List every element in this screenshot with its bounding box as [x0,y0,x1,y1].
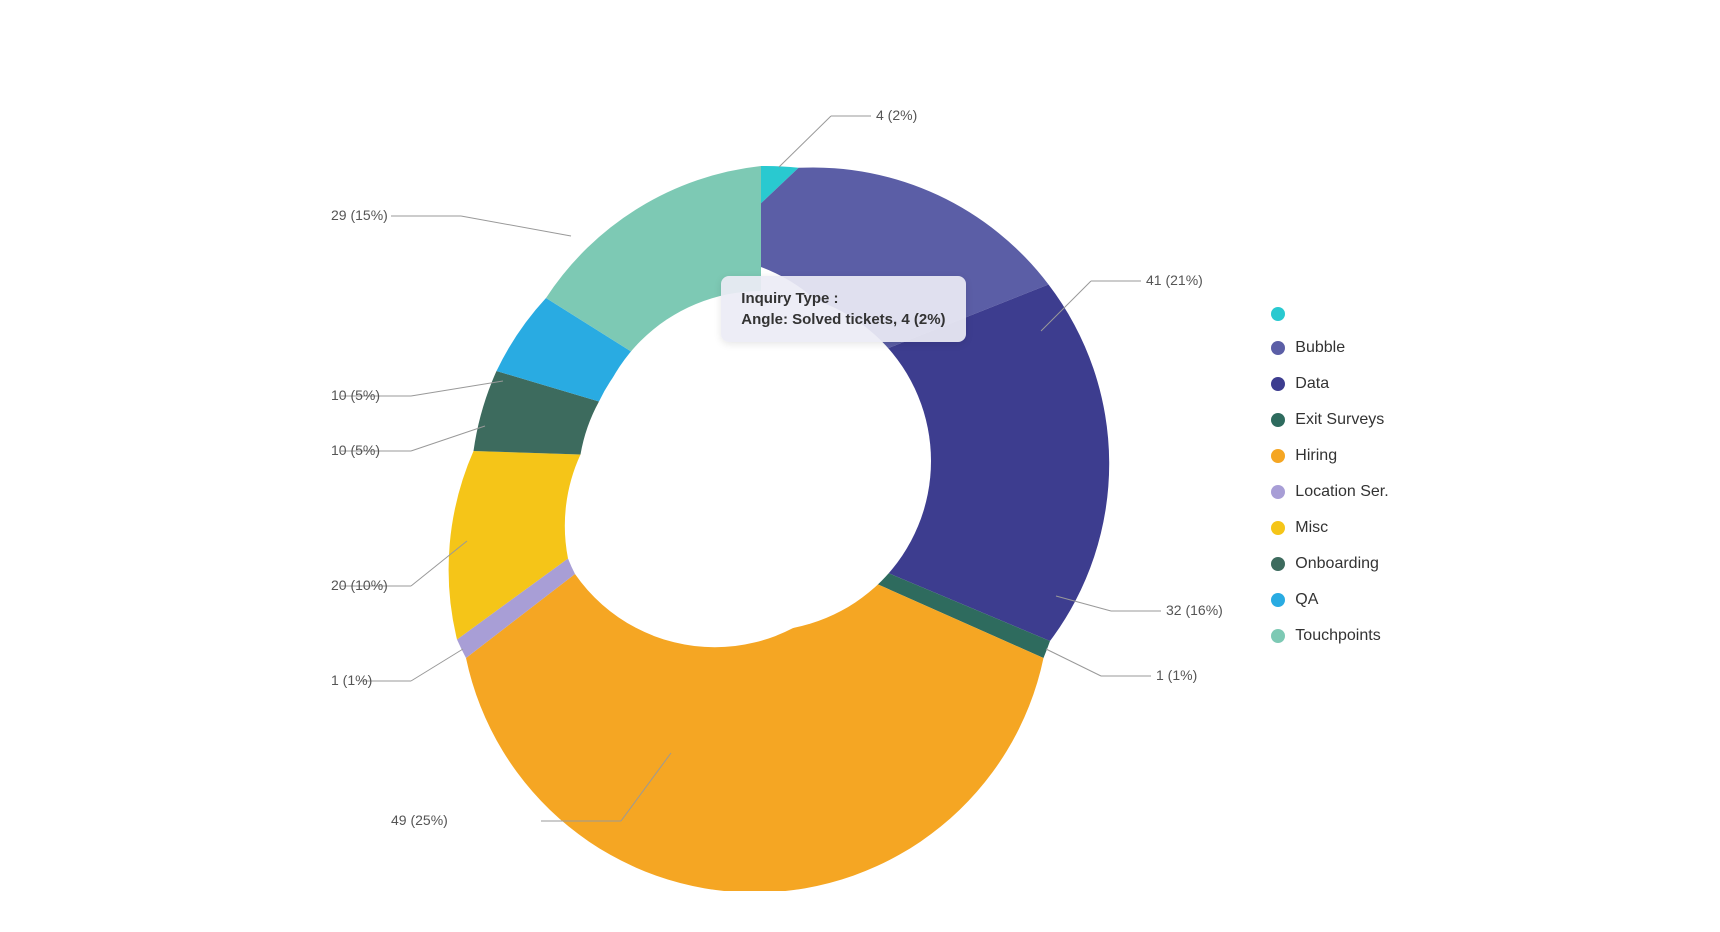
label-text-3: 32 (16%) [1166,602,1223,618]
label-text-7: 20 (10%) [331,577,388,593]
label-line-10 [461,216,571,236]
legend-item-exit-surveys: Exit Surveys [1271,411,1388,429]
legend-dot-exit-surveys [1271,413,1285,427]
donut-hole [591,291,931,631]
legend-dot-touchpoints [1271,629,1285,643]
label-text-9: 10 (5%) [331,387,380,403]
legend-dot-location [1271,485,1285,499]
legend-item-bubble: Bubble [1271,339,1388,357]
legend-item-qa: QA [1271,591,1388,609]
label-line-4 [1046,649,1101,676]
legend-label-onboarding: Onboarding [1295,555,1379,573]
chart-legend: Bubble Data Exit Surveys Hiring Location… [1271,287,1388,645]
label-text-2: 41 (21%) [1146,272,1203,288]
donut-chart-area: 4 (2%) 41 (21%) 32 (16%) 1 (1%) 49 (25%)… [331,41,1231,891]
label-text-10: 29 (15%) [331,207,388,223]
donut-svg: 4 (2%) 41 (21%) 32 (16%) 1 (1%) 49 (25%)… [331,41,1231,891]
legend-dot-misc [1271,521,1285,535]
legend-item-touchpoints: Touchpoints [1271,627,1388,645]
label-text-6: 1 (1%) [331,672,372,688]
label-text-5: 49 (25%) [391,812,448,828]
label-line-6 [411,649,463,681]
label-line-1 [779,116,831,167]
legend-label-hiring: Hiring [1295,447,1337,465]
legend-dot-bubble [1271,341,1285,355]
legend-dot-qa [1271,593,1285,607]
label-text-1: 4 (2%) [876,107,917,123]
label-text-4: 1 (1%) [1156,667,1197,683]
legend-item-misc: Misc [1271,519,1388,537]
legend-item-data: Data [1271,375,1388,393]
legend-label-touchpoints: Touchpoints [1295,627,1380,645]
legend-item-onboarding: Onboarding [1271,555,1388,573]
legend-item-location: Location Ser. [1271,483,1388,501]
label-line-8 [411,426,485,451]
legend-dot-hiring [1271,449,1285,463]
legend-label-data: Data [1295,375,1329,393]
label-text-8: 10 (5%) [331,442,380,458]
legend-item-hiring: Hiring [1271,447,1388,465]
legend-item-0 [1271,307,1388,321]
legend-dot-0 [1271,307,1285,321]
legend-dot-data [1271,377,1285,391]
legend-dot-onboarding [1271,557,1285,571]
legend-label-bubble: Bubble [1295,339,1345,357]
legend-label-qa: QA [1295,591,1318,609]
legend-label-exit-surveys: Exit Surveys [1295,411,1384,429]
chart-container: 4 (2%) 41 (21%) 32 (16%) 1 (1%) 49 (25%)… [0,0,1720,932]
legend-label-location: Location Ser. [1295,483,1388,501]
legend-label-misc: Misc [1295,519,1328,537]
